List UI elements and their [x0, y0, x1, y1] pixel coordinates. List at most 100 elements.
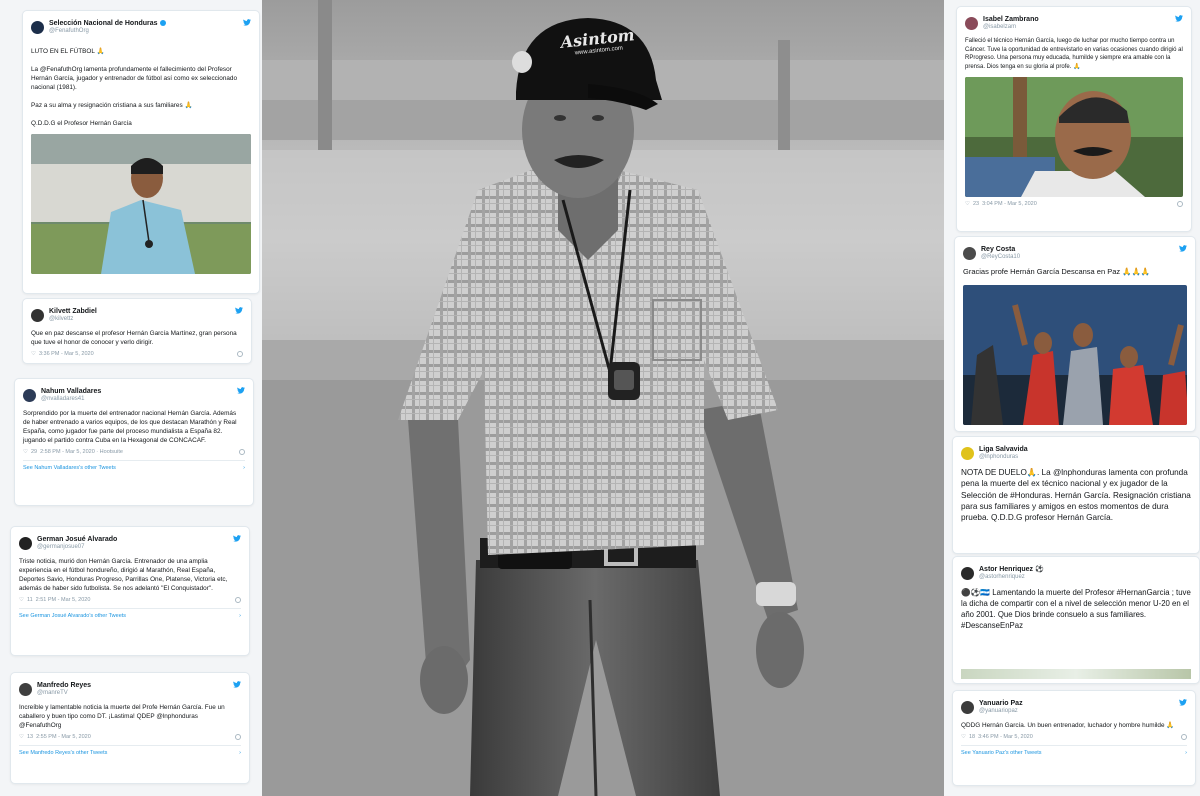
tweet-liga-salvavida[interactable]: Liga Salvavida @lnphonduras NOTA DE DUEL… [952, 436, 1200, 554]
chevron-right-icon[interactable]: › [1185, 750, 1187, 756]
twitter-bird-icon[interactable] [233, 535, 241, 542]
tweet-meta[interactable]: 3:46 PM - Mar 5, 2020 [978, 734, 1033, 740]
tweet-text: Increíble y lamentable noticia la muerte… [19, 704, 225, 729]
tweet-meta[interactable]: 3:04 PM - Mar 5, 2020 [982, 201, 1037, 207]
see-other-tweets-link[interactable]: See Yanuario Paz's other Tweets [961, 750, 1042, 756]
tweet-line: La @FenafuthOrg lamenta profundamente el… [31, 66, 238, 91]
avatar[interactable] [31, 20, 44, 34]
like-count: 23 [972, 201, 980, 207]
tweet-author-name[interactable]: Isabel Zambrano [983, 16, 1039, 24]
tweet-meta[interactable]: 2:55 PM - Mar 5, 2020 [36, 734, 91, 740]
tweet-author-name[interactable]: Astor Henriquez ⚽ [979, 566, 1044, 574]
info-icon[interactable] [239, 449, 245, 455]
like-count: 18 [968, 734, 976, 740]
tweet-author-name[interactable]: Rey Costa [981, 246, 1020, 254]
avatar[interactable] [963, 246, 976, 260]
like-icon[interactable]: ♡ [23, 449, 28, 455]
avatar[interactable] [19, 536, 32, 550]
tweet-manfredo-reyes[interactable]: Manfredo Reyes @manreTV Increíble y lame… [10, 672, 250, 784]
twitter-bird-icon[interactable] [237, 387, 245, 394]
tweet-astor-henriquez[interactable]: Astor Henriquez ⚽ @astorhenriquez ⚫⚽🇭🇳 L… [952, 556, 1200, 684]
tweet-text: Falleció el técnico Hernán García, luego… [965, 38, 1183, 70]
avatar[interactable] [961, 446, 974, 460]
avatar[interactable] [961, 700, 974, 714]
tweet-line: Q.D.D.G el Profesor Hernán García [31, 120, 132, 127]
info-icon[interactable] [1177, 201, 1183, 207]
tweet-photo-art [31, 134, 251, 274]
twitter-bird-icon[interactable] [1179, 245, 1187, 252]
tweet-author-name[interactable]: Nahum Valladares [41, 388, 101, 396]
tweet-author-handle[interactable]: @nvalladares41 [41, 396, 101, 403]
like-icon[interactable]: ♡ [19, 734, 24, 740]
avatar[interactable] [961, 566, 974, 580]
tweet-author-handle[interactable]: @manreTV [37, 690, 91, 697]
info-icon[interactable] [235, 734, 241, 740]
twitter-bird-icon[interactable] [235, 307, 243, 314]
tweet-author-handle[interactable]: @isabelzam [983, 24, 1039, 31]
info-icon[interactable] [237, 351, 243, 357]
chevron-right-icon[interactable]: › [239, 750, 241, 756]
tweet-text: Gracias profe Hernán García Descansa en … [963, 267, 1151, 276]
tweet-author-handle[interactable]: @astorhenriquez [979, 574, 1044, 581]
left-tweet-column: Selección Nacional de Honduras @Fenafuth… [0, 0, 262, 796]
tweet-photo[interactable] [965, 77, 1183, 197]
right-tweet-column: Isabel Zambrano @isabelzam Falleció el t… [944, 0, 1200, 796]
tweet-author-name[interactable]: Liga Salvavida [979, 446, 1028, 454]
twitter-bird-icon[interactable] [1175, 15, 1183, 22]
avatar[interactable] [19, 682, 32, 696]
like-count: 29 [30, 449, 38, 455]
tweet-photo[interactable] [31, 134, 251, 274]
tweet-author-name[interactable]: Manfredo Reyes [37, 682, 91, 690]
tweet-author-name[interactable]: German Josué Alvarado [37, 536, 117, 544]
like-count: 11 [26, 597, 33, 603]
tweet-author-name[interactable]: Selección Nacional de Honduras [49, 20, 158, 27]
avatar[interactable] [31, 308, 44, 322]
tweet-photo-art [963, 285, 1187, 425]
info-icon[interactable] [235, 597, 241, 603]
like-icon[interactable]: ♡ [965, 201, 970, 207]
twitter-bird-icon[interactable] [1179, 699, 1187, 706]
tweet-rey-costa[interactable]: Rey Costa @ReyCosta10 Gracias profe Hern… [954, 236, 1196, 432]
tweet-meta[interactable]: 2:51 PM - Mar 5, 2020 [36, 597, 91, 603]
tweet-author-handle[interactable]: @lnphonduras [979, 454, 1028, 461]
tweet-photo-art [965, 77, 1183, 197]
tweet-photo[interactable] [963, 285, 1187, 425]
like-icon[interactable]: ♡ [19, 597, 24, 603]
tweet-author-handle[interactable]: @germanjosue07 [37, 544, 117, 551]
tweet-author-name[interactable]: Kilvett Zabdiel [49, 308, 97, 316]
coach-photo: Asintom www.asintom.com [258, 0, 948, 796]
chevron-right-icon[interactable]: › [239, 613, 241, 619]
tweet-author-name[interactable]: Yanuario Paz [979, 700, 1023, 708]
like-count: 13 [26, 734, 34, 740]
tweet-isabel-zambrano[interactable]: Isabel Zambrano @isabelzam Falleció el t… [956, 6, 1192, 232]
info-icon[interactable] [1181, 734, 1187, 740]
tweet-author-handle[interactable]: @kilvettz [49, 316, 97, 323]
see-other-tweets-link[interactable]: See Manfredo Reyes's other Tweets [19, 750, 107, 756]
tweet-line [31, 56, 251, 65]
tweet-kilvett-zabdiel[interactable]: Kilvett Zabdiel @kilvettz Que en paz des… [22, 298, 252, 364]
see-other-tweets-link[interactable]: See German Josué Alvarado's other Tweets [19, 613, 126, 619]
verified-icon [159, 19, 166, 26]
tweet-text: QDDG Hernán García. Un buen entrenador, … [961, 722, 1175, 729]
tweet-german-alvarado[interactable]: German Josué Alvarado @germanjosue07 Tri… [10, 526, 250, 656]
tweet-author-handle[interactable]: @ReyCosta10 [981, 254, 1020, 261]
tweet-image-strip[interactable] [961, 669, 1191, 679]
like-icon[interactable]: ♡ [961, 734, 966, 740]
tweet-meta[interactable]: 2:58 PM - Mar 5, 2020 · Hootsuite [40, 449, 123, 455]
chevron-right-icon[interactable]: › [243, 465, 245, 471]
tweet-author-handle[interactable]: @yanuariopaz [979, 708, 1023, 715]
tweet-author-handle[interactable]: @FenafuthOrg [49, 28, 166, 35]
tweet-line: Paz a su alma y resignación cristiana a … [31, 102, 193, 109]
tweet-nahum-valladares[interactable]: Nahum Valladares @nvalladares41 Sorprend… [14, 378, 254, 506]
tweet-seleccion-honduras[interactable]: Selección Nacional de Honduras @Fenafuth… [22, 10, 260, 294]
tweet-yanuario-paz[interactable]: Yanuario Paz @yanuariopaz QDDG Hernán Ga… [952, 690, 1196, 786]
coach-photo-art [258, 0, 948, 796]
tweet-meta[interactable]: 3:36 PM - Mar 5, 2020 [39, 351, 94, 357]
see-other-tweets-link[interactable]: See Nahum Valladares's other Tweets [23, 465, 116, 471]
avatar[interactable] [965, 16, 978, 30]
twitter-bird-icon[interactable] [243, 19, 251, 26]
tweet-text: Sorprendido por la muerte del entrenador… [23, 410, 237, 444]
avatar[interactable] [23, 388, 36, 402]
twitter-bird-icon[interactable] [233, 681, 241, 688]
like-icon[interactable]: ♡ [31, 351, 36, 357]
